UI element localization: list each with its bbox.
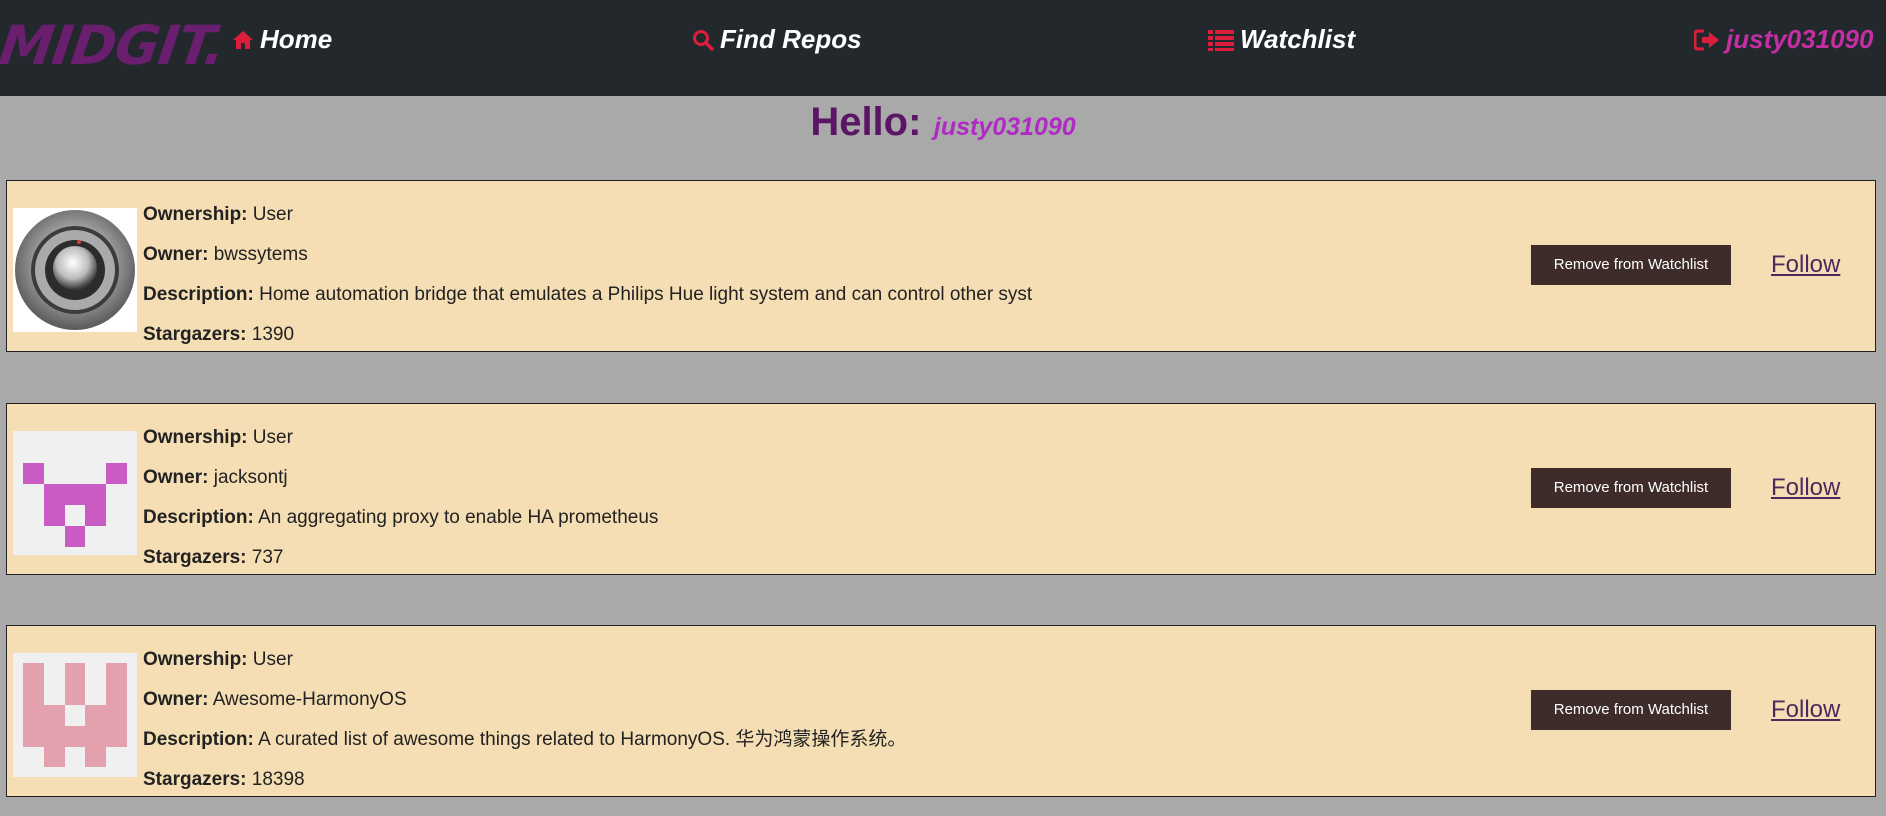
nav-home-label: Home [260,24,333,54]
ownership-value: User [252,649,293,670]
repo-avatar [13,431,137,555]
description-value: Home automation bridge that emulates a P… [259,284,1033,305]
midgit-logo[interactable]: MIDGIT. [0,14,229,77]
nav-find-repos-link[interactable]: Find Repos [692,24,862,55]
nav-find-repos-label: Find Repos [720,24,862,54]
ownership-value: User [252,204,293,225]
greeting-username: justy031090 [933,113,1076,141]
owner-value: Awesome-HarmonyOS [212,689,407,710]
nav-username: justy031090 [1726,24,1874,54]
repo-info: Ownership: User Owner: jacksontj Descrip… [143,418,658,578]
description-value: An aggregating proxy to enable HA promet… [258,507,659,528]
list-icon [1208,29,1234,51]
follow-link[interactable]: Follow [1771,696,1840,724]
greeting-hello: Hello: [810,100,922,144]
repo-avatar [13,653,137,777]
follow-link[interactable]: Follow [1771,474,1840,502]
repo-card: Ownership: User Owner: jacksontj Descrip… [6,403,1876,575]
description-value: A curated list of awesome things related… [258,729,907,750]
nav-watchlist-label: Watchlist [1240,24,1356,54]
stargazers-row: Stargazers: 18398 [143,769,305,790]
home-icon [232,30,254,50]
repo-card: Ownership: User Owner: bwssytems Descrip… [6,180,1876,352]
nav-watchlist-link[interactable]: Watchlist [1208,24,1355,55]
remove-from-watchlist-button[interactable]: Remove from Watchlist [1531,690,1731,730]
stargazers-value: 18398 [251,769,305,790]
ownership-row: Ownership: User [143,649,293,670]
ownership-row: Ownership: User [143,427,293,448]
follow-link[interactable]: Follow [1771,251,1840,279]
ownership-value: User [252,427,293,448]
remove-from-watchlist-button[interactable]: Remove from Watchlist [1531,245,1731,285]
nav-user-logout-link[interactable]: justy031090 [1694,24,1873,55]
stargazers-row: Stargazers: 737 [143,547,284,568]
nav-home-link[interactable]: Home [232,24,332,55]
repo-info: Ownership: User Owner: Awesome-HarmonyOS… [143,640,906,800]
sign-out-icon [1694,29,1720,51]
navbar: MIDGIT. Home Find Repos Watchlist justy0… [0,0,1886,96]
stargazers-value: 737 [251,547,284,568]
stargazers-value: 1390 [251,324,295,345]
owner-row: Owner: bwssytems [143,244,308,265]
remove-from-watchlist-button[interactable]: Remove from Watchlist [1531,468,1731,508]
owner-value: jacksontj [213,467,288,488]
owner-value: bwssytems [213,244,308,265]
description-row: Description: Home automation bridge that… [143,284,1033,305]
description-row: Description: A curated list of awesome t… [143,729,907,750]
owner-row: Owner: jacksontj [143,467,288,488]
repo-info: Ownership: User Owner: bwssytems Descrip… [143,195,1032,355]
ownership-row: Ownership: User [143,204,293,225]
stargazers-row: Stargazers: 1390 [143,324,295,345]
owner-row: Owner: Awesome-HarmonyOS [143,689,407,710]
search-icon [692,29,714,51]
repo-card: Ownership: User Owner: Awesome-HarmonyOS… [6,625,1876,797]
description-row: Description: An aggregating proxy to ena… [143,507,659,528]
greeting: Hello: justy031090 [0,100,1886,145]
repo-avatar [13,208,137,332]
